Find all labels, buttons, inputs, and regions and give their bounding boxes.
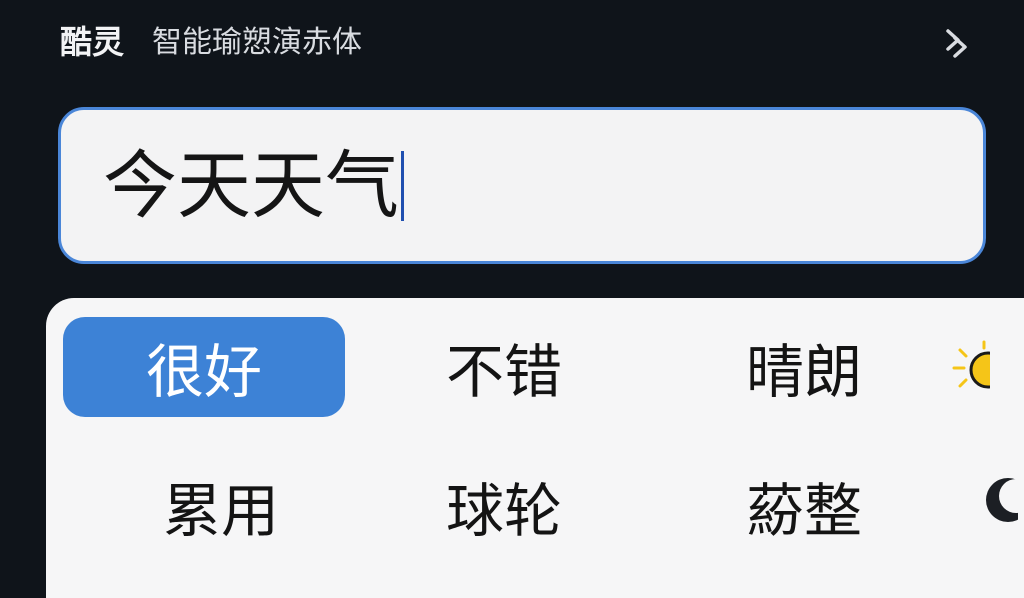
candidate-2[interactable]: 不错	[379, 317, 629, 417]
text-caret	[401, 151, 404, 221]
candidate-5[interactable]: 球轮	[379, 456, 629, 556]
app-name: 酷灵	[60, 23, 125, 61]
moon-icon[interactable]	[978, 470, 1018, 530]
composition-text: 今天天气	[103, 143, 399, 229]
candidate-panel: 很好 不错 晴朗 累用 球轮 蒶整	[46, 298, 1024, 598]
header-subtitle: 智能瑜愬演赤体	[152, 25, 362, 60]
candidate-1[interactable]: 很好	[63, 317, 345, 417]
expand-button[interactable]	[930, 20, 984, 66]
double-chevron-right-icon	[946, 29, 967, 58]
composition-text-wrap: 今天天气	[103, 142, 404, 230]
candidate-4[interactable]: 累用	[96, 456, 346, 556]
ime-header: 酷灵 智能瑜愬演赤体	[0, 0, 1024, 90]
candidate-6[interactable]: 蒶整	[679, 456, 929, 556]
sun-icon[interactable]	[950, 340, 990, 400]
candidate-3[interactable]: 晴朗	[679, 317, 929, 417]
composition-input[interactable]: 今天天气	[58, 107, 986, 264]
